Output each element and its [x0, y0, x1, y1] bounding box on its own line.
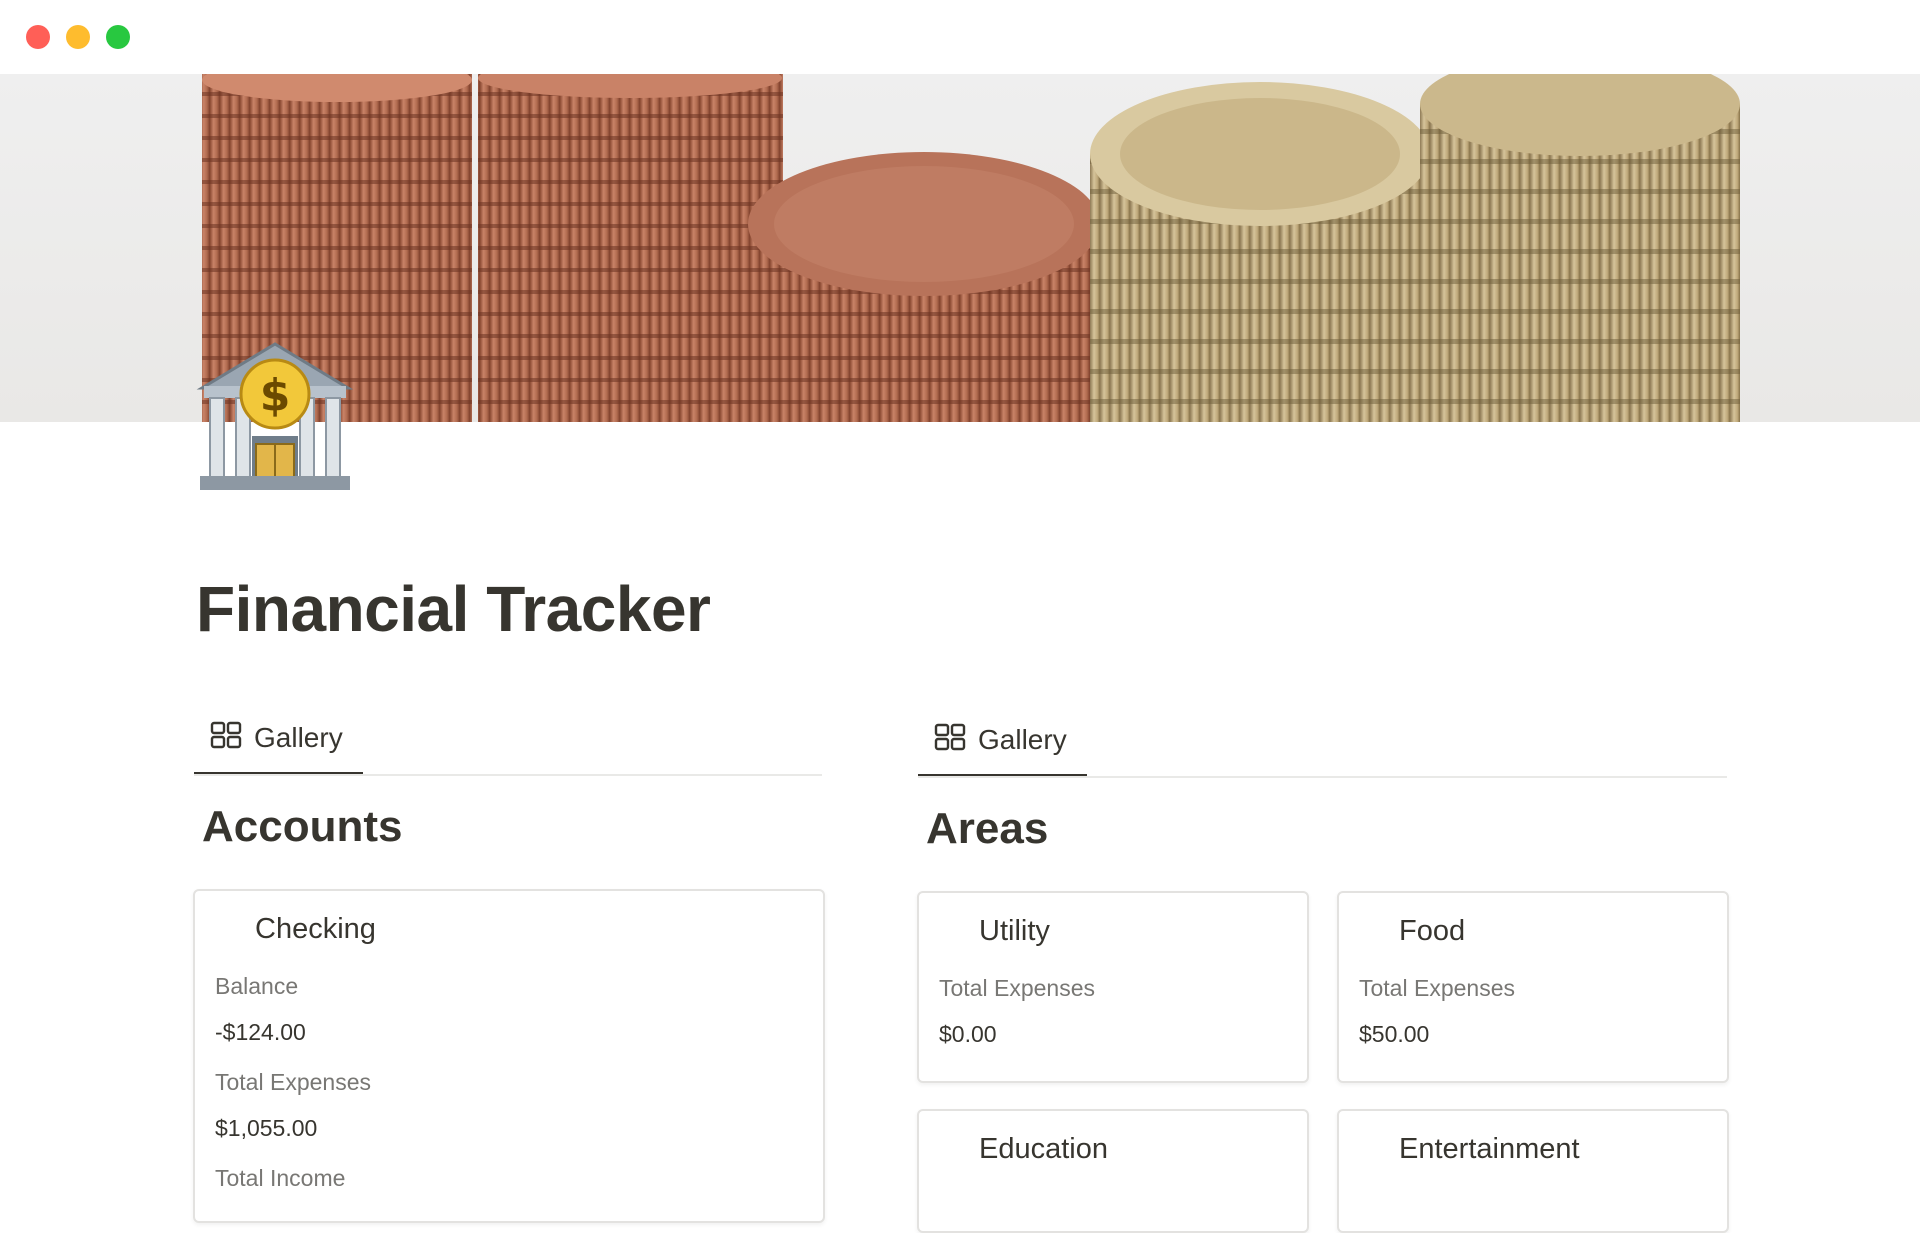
tab-gallery-accounts[interactable]: Gallery — [194, 712, 359, 764]
card-title: Education — [979, 1133, 1108, 1165]
view-title-accounts: Accounts — [202, 802, 403, 851]
view-divider — [194, 774, 822, 776]
prop-label-total-income: Total Income — [215, 1165, 346, 1191]
prop-label-total-expenses: Total Expenses — [215, 1069, 371, 1095]
view-title-areas: Areas — [926, 804, 1049, 853]
prop-value-total-expenses: $0.00 — [939, 1021, 997, 1047]
area-card-entertainment[interactable]: Entertainment — [1337, 1109, 1729, 1233]
view-divider — [918, 776, 1727, 778]
window-titlebar — [0, 0, 1920, 74]
tab-label: Gallery — [254, 722, 343, 753]
page-title: Financial Tracker — [196, 573, 711, 645]
minimize-window-button[interactable] — [66, 25, 90, 49]
card-title: Food — [1399, 915, 1466, 947]
card-title: Utility — [979, 915, 1050, 947]
close-window-button[interactable] — [26, 25, 50, 49]
card-title: Checking — [255, 913, 376, 945]
area-card-utility[interactable]: Utility Total Expenses $0.00 — [917, 891, 1309, 1083]
prop-label-total-expenses: Total Expenses — [1359, 975, 1515, 1001]
area-card-education[interactable]: Education — [917, 1109, 1309, 1233]
gallery-icon — [934, 723, 966, 758]
bank-icon[interactable]: $ — [196, 340, 354, 498]
zoom-window-button[interactable] — [106, 25, 130, 49]
account-card-checking[interactable]: Checking Balance -$124.00 Total Expenses… — [193, 889, 825, 1223]
tab-label: Gallery — [978, 724, 1067, 755]
svg-text:$: $ — [260, 370, 291, 421]
prop-value-total-expenses: $1,055.00 — [215, 1115, 318, 1141]
prop-value-balance: -$124.00 — [215, 1019, 306, 1045]
card-title: Entertainment — [1399, 1133, 1580, 1165]
tab-gallery-areas[interactable]: Gallery — [918, 714, 1083, 766]
gallery-icon — [210, 721, 242, 756]
prop-label-total-expenses: Total Expenses — [939, 975, 1095, 1001]
prop-value-total-expenses: $50.00 — [1359, 1021, 1430, 1047]
area-card-food[interactable]: Food Total Expenses $50.00 — [1337, 891, 1729, 1083]
prop-label-balance: Balance — [215, 973, 299, 999]
